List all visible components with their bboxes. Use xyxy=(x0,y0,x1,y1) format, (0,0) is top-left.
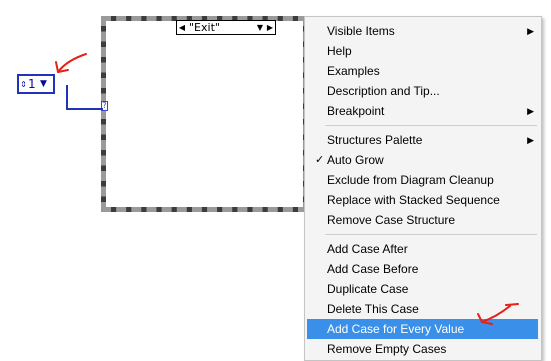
case-structure[interactable] xyxy=(101,16,308,212)
menu-item-auto-grow[interactable]: ✓ Auto Grow xyxy=(307,150,538,170)
menu-item-breakpoint[interactable]: Breakpoint ▶ xyxy=(307,101,538,121)
menu-item-replace-with-stacked-sequence[interactable]: Replace with Stacked Sequence xyxy=(307,190,538,210)
checkmark-icon: ✓ xyxy=(315,154,325,166)
menu-item-duplicate-case[interactable]: Duplicate Case xyxy=(307,279,538,299)
case-selector-label: "Exit" xyxy=(189,21,220,34)
wire-segment[interactable] xyxy=(66,108,103,110)
submenu-arrow-icon: ▶ xyxy=(527,106,534,116)
annotation-arrow-icon xyxy=(477,303,519,325)
menu-item-add-case-before[interactable]: Add Case Before xyxy=(307,259,538,279)
menu-item-remove-case-structure[interactable]: Remove Case Structure xyxy=(307,210,538,230)
annotation-arrow-icon xyxy=(55,53,87,73)
menu-item-visible-items[interactable]: Visible Items ▶ xyxy=(307,21,538,41)
menu-item-remove-empty-cases[interactable]: Remove Empty Cases xyxy=(307,339,538,359)
submenu-arrow-icon: ▶ xyxy=(527,135,534,145)
increment-decrement-icon[interactable]: ⇕ xyxy=(19,80,28,89)
submenu-arrow-icon: ▶ xyxy=(527,26,534,36)
menu-separator xyxy=(325,234,537,235)
menu-item-examples[interactable]: Examples xyxy=(307,61,538,81)
ring-dropdown-icon[interactable]: ▼ xyxy=(40,79,47,89)
wire-segment[interactable] xyxy=(66,85,68,110)
prev-case-arrow-icon[interactable]: ◀ xyxy=(177,21,187,34)
menu-item-exclude-from-diagram-cleanup[interactable]: Exclude from Diagram Cleanup xyxy=(307,170,538,190)
menu-item-add-case-after[interactable]: Add Case After xyxy=(307,239,538,259)
menu-item-help[interactable]: Help xyxy=(307,41,538,61)
case-dropdown-icon[interactable]: ▼ xyxy=(255,21,265,34)
menu-item-structures-palette[interactable]: Structures Palette ▶ xyxy=(307,130,538,150)
next-case-arrow-icon[interactable]: ▶ xyxy=(265,21,275,34)
menu-separator xyxy=(325,125,537,126)
menu-item-description-and-tip[interactable]: Description and Tip... xyxy=(307,81,538,101)
ring-constant-value: 1 xyxy=(28,77,36,91)
case-selector[interactable]: ◀ "Exit" ▼ ▶ xyxy=(176,20,276,35)
